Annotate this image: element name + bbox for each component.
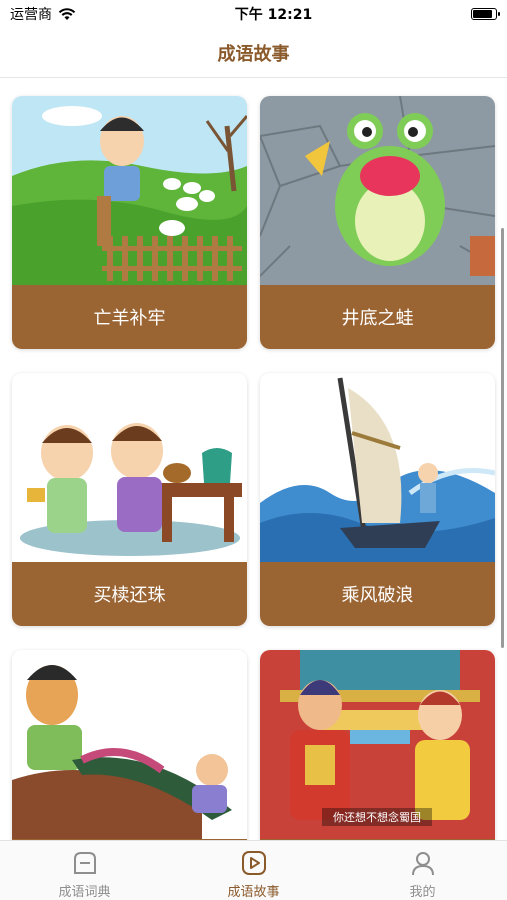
story-card[interactable]: 亡羊补牢 xyxy=(12,96,247,349)
story-list[interactable]: 亡羊补牢 井底之蛙 买椟还珠 乘风破浪 你还想不想念蜀国 xyxy=(0,78,507,840)
story-card[interactable]: 买椟还珠 xyxy=(12,373,247,626)
wifi-icon xyxy=(58,7,76,20)
frog-in-well-illustration xyxy=(260,96,495,285)
story-title: 乘风破浪 xyxy=(260,562,495,626)
story-card[interactable]: 你还想不想念蜀国 xyxy=(260,650,495,840)
sailboat-waves-illustration xyxy=(260,373,495,562)
nav-bar: 成语故事 xyxy=(0,28,507,78)
boat-sleeper-illustration xyxy=(12,650,247,839)
palace-court-illustration: 你还想不想念蜀国 xyxy=(260,650,495,839)
tab-bar: 成语词典 成语故事 我的 xyxy=(0,840,507,900)
story-card[interactable] xyxy=(12,650,247,840)
carrier-label: 运营商 xyxy=(10,7,52,23)
tab-dictionary[interactable]: 成语词典 xyxy=(0,841,169,900)
story-title: 买椟还珠 xyxy=(12,562,247,626)
status-bar: 运营商 下午 12:21 xyxy=(0,0,507,28)
video-subtitle: 你还想不想念蜀国 xyxy=(333,810,421,824)
story-title: 亡羊补牢 xyxy=(12,285,247,349)
sheep-pen-illustration xyxy=(12,96,247,285)
clock: 下午 12:21 xyxy=(234,7,313,23)
tab-stories[interactable]: 成语故事 xyxy=(169,841,338,900)
profile-icon xyxy=(411,852,434,876)
battery-icon xyxy=(471,8,500,20)
play-icon xyxy=(241,851,266,875)
dictionary-icon xyxy=(73,852,96,874)
scrollbar[interactable] xyxy=(501,228,504,648)
story-card[interactable]: 乘风破浪 xyxy=(260,373,495,626)
tab-label: 成语故事 xyxy=(227,885,280,900)
tab-label: 我的 xyxy=(409,885,436,900)
story-title: 井底之蛙 xyxy=(260,285,495,349)
tab-label: 成语词典 xyxy=(58,885,111,900)
story-card[interactable]: 井底之蛙 xyxy=(260,96,495,349)
tab-profile[interactable]: 我的 xyxy=(338,841,507,900)
page-title: 成语故事 xyxy=(217,43,290,65)
pearl-box-illustration xyxy=(12,373,247,562)
